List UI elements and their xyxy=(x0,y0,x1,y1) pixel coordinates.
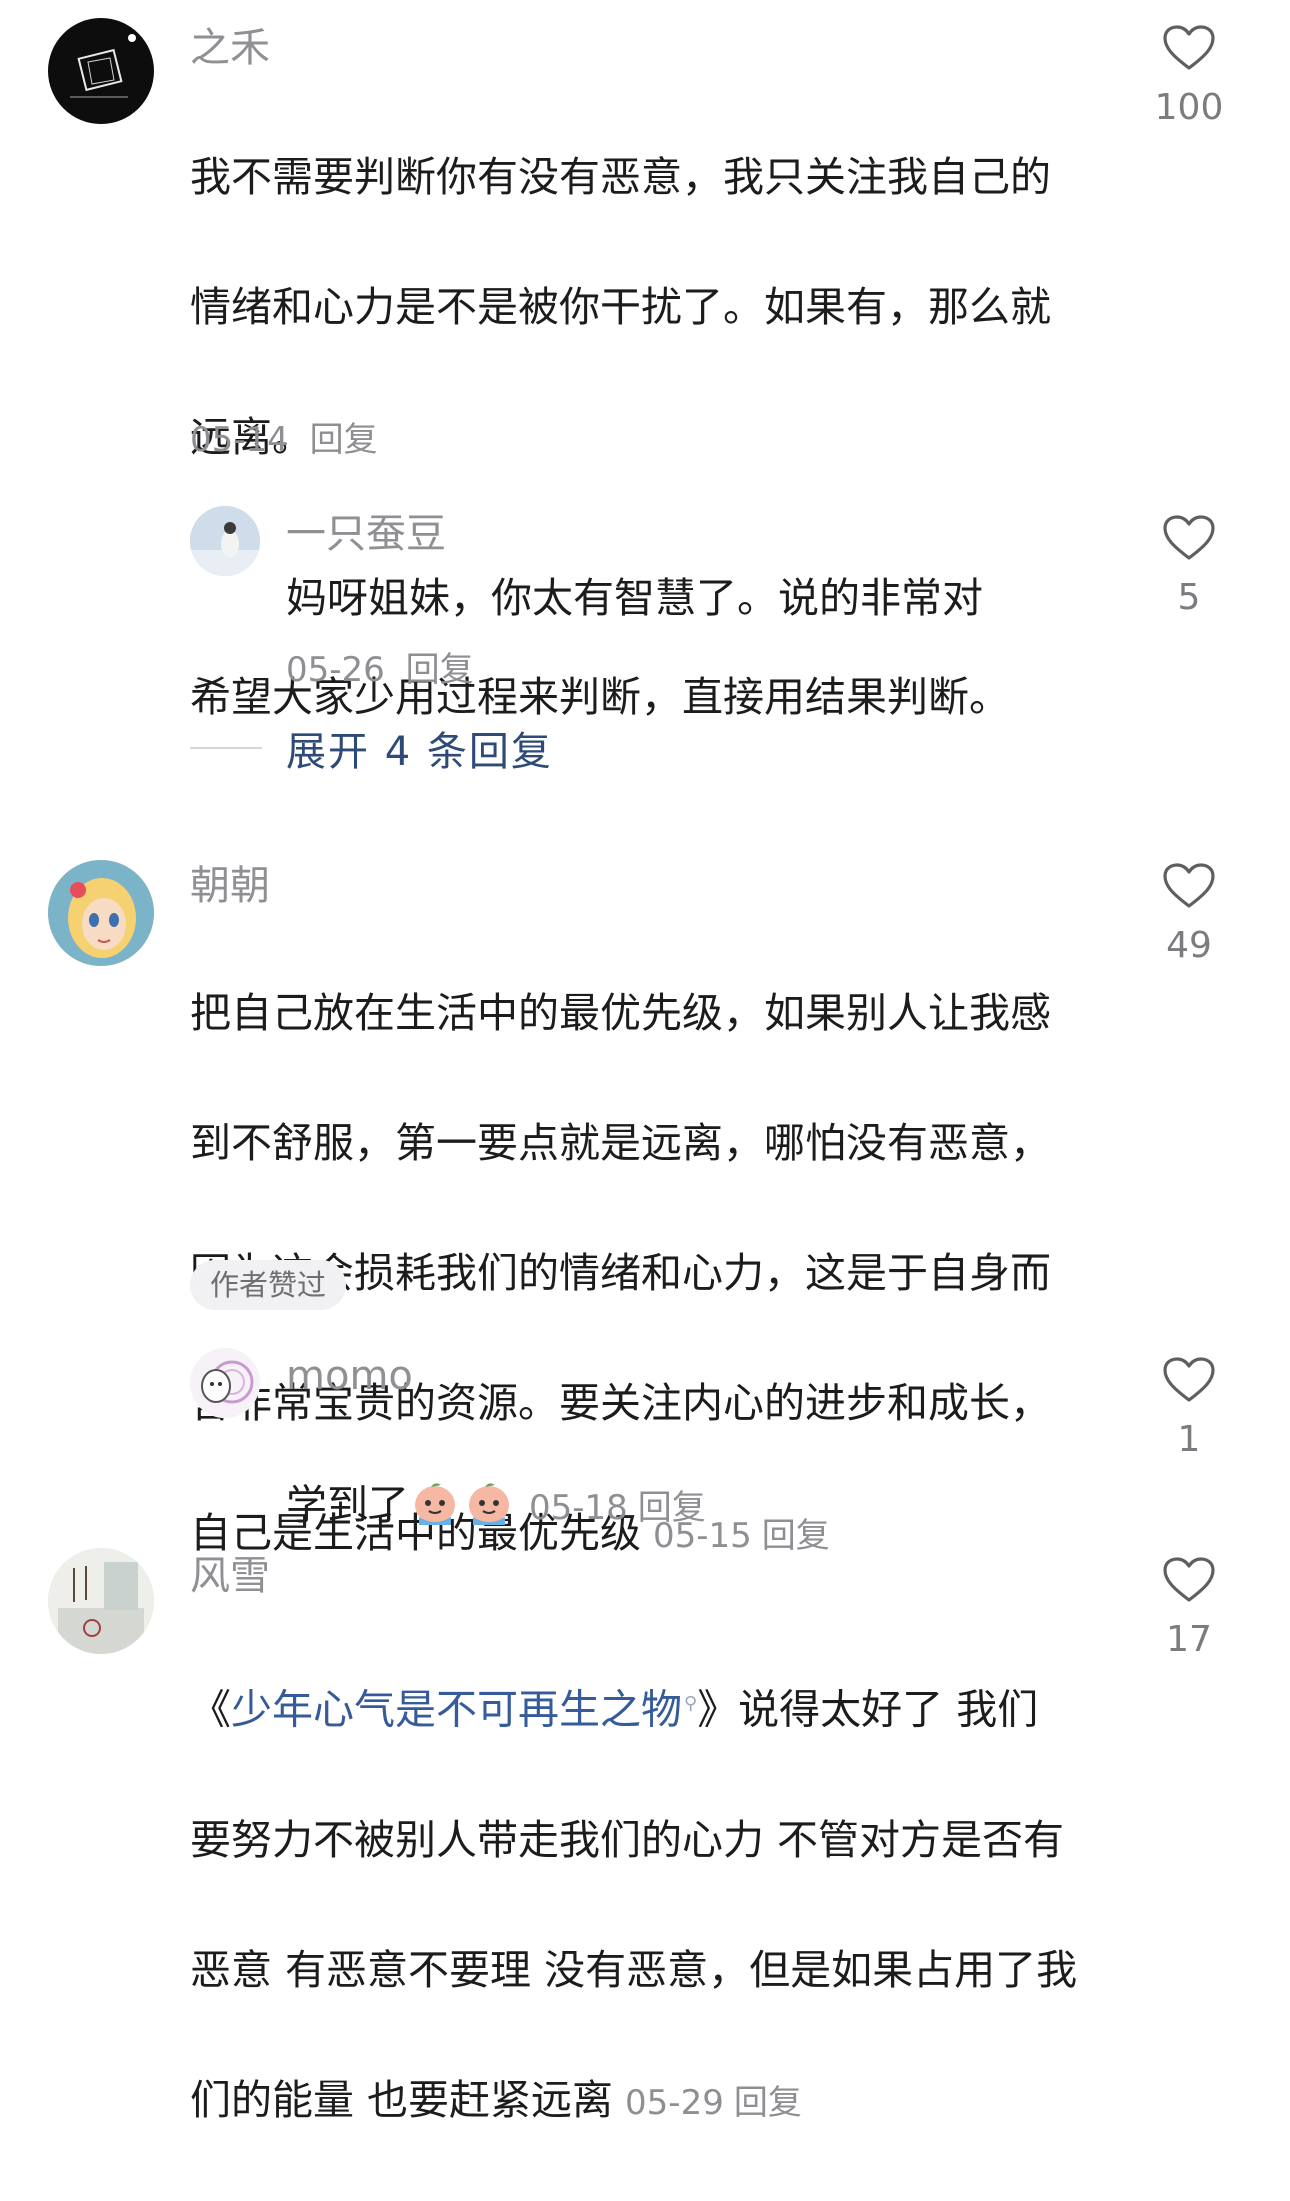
comment-meta: 05-26 回复 xyxy=(286,648,474,692)
comment-author[interactable]: momo xyxy=(286,1352,413,1400)
comment-author[interactable]: 一只蚕豆 xyxy=(286,510,446,558)
like-count: 5 xyxy=(1177,577,1201,618)
comment-date: 05-18 xyxy=(529,1488,628,1528)
reply-button[interactable]: 回复 xyxy=(310,420,378,460)
avatar[interactable] xyxy=(190,506,260,576)
crying-peach-emoji xyxy=(463,1477,515,1529)
comment-date: 05-26 xyxy=(286,650,385,690)
comment-line: 要努力不被别人带走我们的心力 不管对方是否有 xyxy=(190,1815,1065,1864)
like-count: 17 xyxy=(1166,1619,1212,1660)
comment-meta: 05-14 回复 xyxy=(190,418,378,462)
comment-line-text: 》说得太好了 我们 xyxy=(697,1685,1039,1734)
comment-line: 到不舒服，第一要点就是远离，哪怕没有恶意， xyxy=(190,1119,1051,1167)
heart-outline-icon xyxy=(1163,1357,1215,1402)
reply-button[interactable]: 回复 xyxy=(734,2083,802,2123)
comment-date: 05-14 xyxy=(190,420,289,460)
reply-button[interactable]: 回复 xyxy=(406,650,474,690)
heart-outline-icon xyxy=(1163,515,1215,560)
heart-outline-icon xyxy=(1163,25,1215,70)
divider xyxy=(190,747,262,749)
like-button[interactable]: 5 xyxy=(1144,514,1234,620)
heart-outline-icon xyxy=(1163,1557,1215,1602)
avatar[interactable] xyxy=(190,1348,260,1418)
expand-replies-button[interactable]: 展开 4 条回复 xyxy=(190,723,553,775)
comment-author[interactable]: 之禾 xyxy=(190,24,270,72)
reply-button[interactable]: 回复 xyxy=(638,1488,706,1528)
comment-text: 妈呀姐妹，你太有智慧了。说的非常对 xyxy=(286,574,983,622)
expand-replies-label: 展开 4 条回复 xyxy=(286,729,553,775)
search-mini-icon: ⚲ xyxy=(684,1693,698,1714)
comment-line: 情绪和心力是不是被你干扰了。如果有，那么就 xyxy=(190,283,1051,331)
like-count: 49 xyxy=(1166,925,1212,966)
like-button[interactable]: 100 xyxy=(1144,24,1234,130)
comment-author[interactable]: 朝朝 xyxy=(190,862,270,910)
comment-line-text: 学到了 xyxy=(286,1481,409,1529)
comment-author[interactable]: 风雪 xyxy=(190,1552,270,1600)
like-button[interactable]: 17 xyxy=(1144,1556,1234,1662)
like-button[interactable]: 1 xyxy=(1144,1356,1234,1462)
comment-text: 学到了 05-18 回复 xyxy=(286,1408,1106,1541)
like-button[interactable]: 49 xyxy=(1144,862,1234,968)
comment-line-text: 们的能量 也要赶紧远离 xyxy=(190,2075,614,2124)
topic-link[interactable]: 少年心气是不可再生之物 xyxy=(231,1686,682,1734)
like-count: 100 xyxy=(1154,87,1224,128)
comment-line: 我不需要判断你有没有恶意，我只关注我自己的 xyxy=(190,153,1051,201)
author-liked-badge: 作者赞过 xyxy=(190,1260,347,1310)
avatar[interactable] xyxy=(48,18,154,124)
avatar[interactable] xyxy=(48,1548,154,1654)
comment-line: 把自己放在生活中的最优先级，如果别人让我感 xyxy=(190,989,1051,1037)
comment-line: 恶意 有恶意不要理 没有恶意，但是如果占用了我 xyxy=(190,1945,1078,1994)
like-count: 1 xyxy=(1177,1419,1201,1460)
avatar[interactable] xyxy=(48,860,154,966)
heart-outline-icon xyxy=(1163,863,1215,908)
comment-line: 《少年心气是不可再生之物 ⚲》说得太好了 我们 xyxy=(190,1671,1150,1743)
crying-peach-emoji xyxy=(409,1477,461,1529)
comment-date: 05-29 xyxy=(625,2082,724,2123)
quote-open: 《 xyxy=(190,1685,231,1734)
comment-text: 《少年心气是不可再生之物 ⚲》说得太好了 我们 要努力不被别人带走我们的心力 不管… xyxy=(190,1606,1150,2201)
comment-line: 们的能量 也要赶紧远离 05-29 回复 xyxy=(190,2068,1150,2136)
